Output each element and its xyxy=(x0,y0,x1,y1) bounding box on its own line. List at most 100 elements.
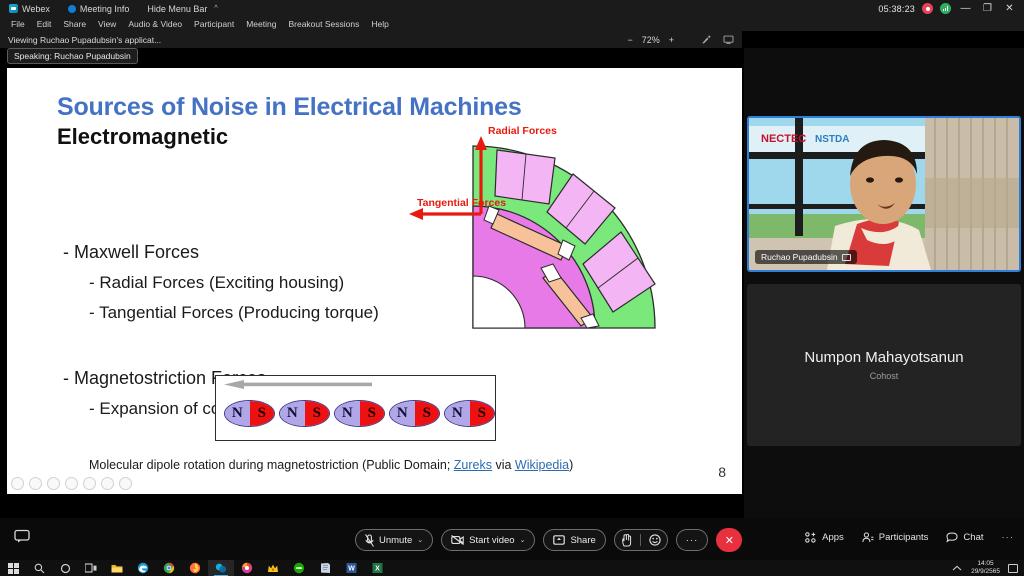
slide-menu-icon[interactable] xyxy=(65,477,78,490)
chevron-down-icon[interactable]: ⌄ xyxy=(417,536,423,544)
share-button[interactable]: Share xyxy=(543,529,606,551)
participant-video-tile[interactable]: NECTEC NSTDA Ruchao Pupadubsin xyxy=(747,116,1021,272)
more-options-button[interactable]: ··· xyxy=(1002,532,1015,543)
emoji-reaction-icon[interactable] xyxy=(649,534,661,546)
menu-item-help[interactable]: Help xyxy=(365,19,394,29)
menu-item-edit[interactable]: Edit xyxy=(31,19,58,29)
menu-item-file[interactable]: File xyxy=(5,19,31,29)
secondary-controls: Apps Participants Chat ··· xyxy=(805,532,1014,543)
bullet-maxwell-forces: - Maxwell Forces xyxy=(63,242,200,262)
excel-icon[interactable]: X xyxy=(364,560,390,576)
raise-hand-icon[interactable] xyxy=(621,533,632,547)
camera-off-icon xyxy=(451,535,464,545)
pen-icon[interactable] xyxy=(47,477,60,490)
svg-text:NECTEC: NECTEC xyxy=(761,133,806,145)
network-signal-icon[interactable] xyxy=(940,3,951,14)
dipole-north-label: N xyxy=(335,401,360,426)
tray-arrow-icon[interactable] xyxy=(952,564,963,573)
participant-video-feed: NECTEC NSTDA xyxy=(749,118,1019,270)
chrome-icon[interactable] xyxy=(156,560,182,576)
chat-bubble-button[interactable] xyxy=(14,529,30,548)
more-options-icon[interactable] xyxy=(119,477,132,490)
info-icon xyxy=(67,4,76,13)
meeting-control-bar: Unmute ⌄ Start video ⌄ Share ··· ✕ Apps … xyxy=(0,518,1024,560)
browser-icon[interactable] xyxy=(234,560,260,576)
start-video-button[interactable]: Start video ⌄ xyxy=(441,529,536,551)
share-screen-icon xyxy=(553,535,566,545)
video-tile-name-chip: Ruchao Pupadubsin xyxy=(755,250,857,264)
menu-item-participant[interactable]: Participant xyxy=(188,19,240,29)
notes-icon[interactable] xyxy=(312,560,338,576)
next-slide-icon[interactable] xyxy=(29,477,42,490)
menu-item-breakout-sessions[interactable]: Breakout Sessions xyxy=(282,19,365,29)
participant-audio-tile[interactable]: Numpon Mahayotsanun Cohost xyxy=(747,284,1021,446)
apps-icon xyxy=(805,532,816,543)
dipole-south-label: S xyxy=(304,401,329,426)
chat-button[interactable]: Chat xyxy=(946,532,984,543)
windows-taskbar: W X 14:05 29/9/2565 xyxy=(0,560,1024,576)
dipole-north-label: N xyxy=(225,401,250,426)
chevron-down-icon[interactable]: ⌄ xyxy=(520,536,526,544)
task-view-icon[interactable] xyxy=(78,560,104,576)
present-icon[interactable] xyxy=(101,477,114,490)
zoom-icon[interactable] xyxy=(83,477,96,490)
slide-page-number: 8 xyxy=(718,464,726,480)
end-meeting-button[interactable]: ✕ xyxy=(716,528,743,552)
svg-text:X: X xyxy=(375,566,380,573)
apps-button[interactable]: Apps xyxy=(805,532,844,543)
recording-icon[interactable] xyxy=(922,3,933,14)
participant-role: Cohost xyxy=(869,371,899,381)
menu-item-share[interactable]: Share xyxy=(57,19,92,29)
webex-icon[interactable] xyxy=(208,560,234,576)
file-explorer-icon[interactable] xyxy=(104,560,130,576)
dipole-south-label: S xyxy=(414,401,439,426)
dipole-magnet: N S xyxy=(224,400,275,427)
share-bar-icons xyxy=(701,34,734,45)
meeting-timer: 05:38:23 xyxy=(878,3,915,14)
radial-forces-label: Radial Forces xyxy=(488,125,557,137)
maximize-button[interactable]: ❐ xyxy=(980,3,995,14)
dipole-magnet: N S xyxy=(444,400,495,427)
rotation-arrow-icon xyxy=(224,380,372,389)
message-icon xyxy=(14,529,30,543)
presenter-toolbar[interactable] xyxy=(11,477,132,490)
bullet-tangential-forces: - Tangential Forces (Producing torque) xyxy=(89,303,379,322)
minimize-button[interactable]: — xyxy=(958,3,973,14)
dipole-magnet: N S xyxy=(389,400,440,427)
close-button[interactable]: ✕ xyxy=(1002,3,1017,14)
zoom-out-button[interactable]: − xyxy=(627,35,632,45)
menu-bar: File Edit Share View Audio & Video Parti… xyxy=(0,17,1024,31)
crown-icon[interactable] xyxy=(260,560,286,576)
word-icon[interactable]: W xyxy=(338,560,364,576)
chevron-up-icon: ^ xyxy=(214,5,218,12)
microphone-muted-icon xyxy=(365,533,374,547)
firefox-icon[interactable] xyxy=(182,560,208,576)
annotate-icon[interactable] xyxy=(701,34,712,45)
hide-menu-bar-button[interactable]: Hide Menu Bar ^ xyxy=(138,4,226,14)
dipole-south-label: S xyxy=(249,401,274,426)
menu-item-audio-video[interactable]: Audio & Video xyxy=(122,19,188,29)
display-icon[interactable] xyxy=(723,34,734,45)
caption-link-zureks[interactable]: Zureks xyxy=(454,458,492,472)
meeting-info-label: Meeting Info xyxy=(79,3,130,14)
search-icon[interactable] xyxy=(26,560,52,576)
action-center-icon[interactable] xyxy=(1008,563,1018,573)
more-controls-button[interactable]: ··· xyxy=(675,529,709,551)
clock[interactable]: 14:05 29/9/2565 xyxy=(971,560,1000,576)
participants-button[interactable]: Participants xyxy=(862,532,928,543)
messenger-icon[interactable] xyxy=(286,560,312,576)
more-icon: ··· xyxy=(1001,532,1014,543)
menu-item-meeting[interactable]: Meeting xyxy=(240,19,282,29)
caption-link-wikipedia[interactable]: Wikipedia xyxy=(515,458,569,472)
participant-name: Ruchao Pupadubsin xyxy=(761,252,838,262)
cortana-icon[interactable] xyxy=(52,560,78,576)
unmute-button[interactable]: Unmute ⌄ xyxy=(355,529,434,551)
menu-item-view[interactable]: View xyxy=(92,19,122,29)
meeting-info-button[interactable]: Meeting Info xyxy=(59,4,139,14)
start-icon[interactable] xyxy=(0,560,26,576)
previous-slide-icon[interactable] xyxy=(11,477,24,490)
dipole-magnet: N S xyxy=(279,400,330,427)
participant-name: Numpon Mahayotsanun xyxy=(804,349,964,366)
edge-icon[interactable] xyxy=(130,560,156,576)
zoom-in-button[interactable]: + xyxy=(669,35,674,45)
